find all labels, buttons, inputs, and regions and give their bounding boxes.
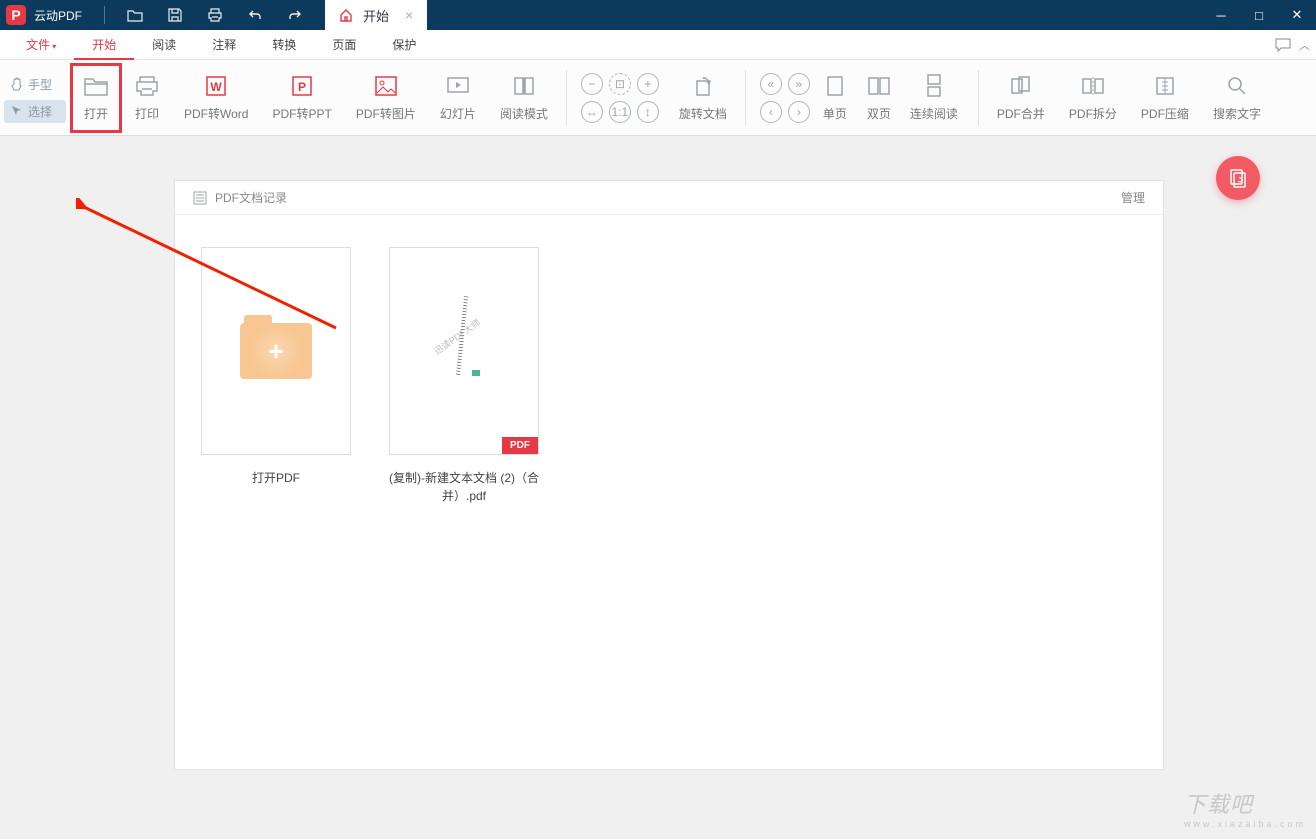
select-tool-label: 选择 bbox=[28, 103, 52, 120]
open-pdf-card[interactable]: 打开PDF bbox=[199, 247, 353, 505]
svg-text:W: W bbox=[211, 80, 223, 94]
close-icon[interactable]: × bbox=[405, 7, 413, 23]
save-icon[interactable] bbox=[165, 5, 185, 25]
menu-file[interactable]: 文件 bbox=[8, 30, 74, 60]
pdf-to-word-button[interactable]: W PDF转Word bbox=[172, 63, 260, 133]
menu-annotate[interactable]: 注释 bbox=[194, 30, 254, 60]
fit-height-button[interactable]: ↕ bbox=[637, 101, 659, 123]
menu-start[interactable]: 开始 bbox=[74, 30, 134, 60]
zoom-in-button[interactable]: + bbox=[637, 73, 659, 95]
ppt-icon: P bbox=[289, 73, 315, 99]
close-button[interactable]: ✕ bbox=[1278, 0, 1316, 30]
continuous-icon bbox=[921, 73, 947, 99]
separator bbox=[978, 70, 979, 126]
minimize-button[interactable]: ─ bbox=[1202, 0, 1240, 30]
panel-title: PDF文档记录 bbox=[215, 189, 287, 206]
hand-tool-label: 手型 bbox=[28, 76, 52, 93]
fit-page-button[interactable]: ⊡ bbox=[609, 73, 631, 95]
print-button[interactable]: 打印 bbox=[122, 63, 172, 133]
undo-icon[interactable] bbox=[245, 5, 265, 25]
rotate-icon bbox=[690, 73, 716, 99]
single-page-button[interactable]: 单页 bbox=[816, 63, 854, 133]
pdf-to-ppt-button[interactable]: P PDF转PPT bbox=[260, 63, 343, 133]
rotate-button[interactable]: 旋转文档 bbox=[667, 63, 739, 133]
split-button[interactable]: PDF拆分 bbox=[1057, 63, 1129, 133]
ribbon: 手型 选择 打开 打印 W PDF转Word P PDF转PPT PDF转图片 … bbox=[0, 60, 1316, 136]
compress-button[interactable]: PDF压缩 bbox=[1129, 63, 1201, 133]
book-icon bbox=[511, 73, 537, 99]
word-icon: W bbox=[203, 73, 229, 99]
folder-plus-icon bbox=[240, 323, 312, 379]
slideshow-button[interactable]: 幻灯片 bbox=[428, 63, 488, 133]
menubar: 文件 开始 阅读 注释 转换 页面 保护 ︿ bbox=[0, 30, 1316, 60]
menu-page[interactable]: 页面 bbox=[314, 30, 374, 60]
read-mode-button[interactable]: 阅读模式 bbox=[488, 63, 560, 133]
menu-read[interactable]: 阅读 bbox=[134, 30, 194, 60]
divider bbox=[104, 6, 105, 24]
open-folder-icon[interactable] bbox=[125, 5, 145, 25]
open-card-label: 打开PDF bbox=[252, 469, 300, 487]
tab-start[interactable]: 开始 × bbox=[325, 0, 427, 30]
svg-text:P: P bbox=[298, 80, 306, 94]
merge-icon bbox=[1008, 73, 1034, 99]
watermark: 下载吧 www.xiazaiba.com bbox=[1184, 787, 1306, 829]
separator bbox=[745, 70, 746, 126]
select-tool[interactable]: 选择 bbox=[4, 100, 66, 123]
search-button[interactable]: 搜索文字 bbox=[1201, 63, 1273, 133]
redo-icon[interactable] bbox=[285, 5, 305, 25]
open-file-icon bbox=[83, 73, 109, 99]
single-page-icon bbox=[822, 73, 848, 99]
app-logo-icon: P bbox=[6, 5, 26, 25]
zoom-out-button[interactable]: − bbox=[581, 73, 603, 95]
list-icon bbox=[193, 191, 207, 205]
double-page-button[interactable]: 双页 bbox=[860, 63, 898, 133]
double-page-icon bbox=[866, 73, 892, 99]
content-area: PDF文档记录 管理 打开PDF 迅读PDF大师 PDF (复制)-新建文本文档… bbox=[0, 136, 1316, 839]
zoom-group: − ⊡ + ↔ 1:1 ↕ bbox=[573, 73, 667, 123]
collapse-ribbon-icon[interactable]: ︿ bbox=[1299, 37, 1310, 53]
slideshow-icon bbox=[445, 73, 471, 99]
last-page-button[interactable]: » bbox=[788, 73, 810, 95]
printer-icon bbox=[134, 73, 160, 99]
continuous-button[interactable]: 连续阅读 bbox=[904, 63, 964, 133]
maximize-button[interactable]: □ bbox=[1240, 0, 1278, 30]
search-icon bbox=[1224, 73, 1250, 99]
titlebar: P 云动PDF 开始 × ─ □ ✕ bbox=[0, 0, 1316, 30]
actual-size-button[interactable]: 1:1 bbox=[609, 101, 631, 123]
home-icon bbox=[339, 8, 353, 22]
first-page-button[interactable]: « bbox=[760, 73, 782, 95]
manage-link[interactable]: 管理 bbox=[1121, 189, 1145, 206]
next-page-button[interactable]: › bbox=[788, 101, 810, 123]
pdf-to-image-button[interactable]: PDF转图片 bbox=[344, 63, 428, 133]
recent-doc-label: (复制)-新建文本文档 (2)（合并）.pdf bbox=[389, 469, 539, 505]
pdf-badge: PDF bbox=[502, 437, 538, 454]
print-icon[interactable] bbox=[205, 5, 225, 25]
tab-label: 开始 bbox=[363, 6, 389, 25]
hand-tool[interactable]: 手型 bbox=[4, 73, 66, 96]
menu-convert[interactable]: 转换 bbox=[254, 30, 314, 60]
app-name: 云动PDF bbox=[34, 7, 82, 24]
split-icon bbox=[1080, 73, 1106, 99]
open-button[interactable]: 打开 bbox=[70, 63, 122, 133]
recent-doc-card[interactable]: 迅读PDF大师 PDF (复制)-新建文本文档 (2)（合并）.pdf bbox=[387, 247, 541, 505]
recent-panel: PDF文档记录 管理 打开PDF 迅读PDF大师 PDF (复制)-新建文本文档… bbox=[174, 180, 1164, 770]
separator bbox=[566, 70, 567, 126]
floating-action-button[interactable] bbox=[1216, 156, 1260, 200]
compress-icon bbox=[1152, 73, 1178, 99]
image-icon bbox=[373, 73, 399, 99]
merge-button[interactable]: PDF合并 bbox=[985, 63, 1057, 133]
fit-width-button[interactable]: ↔ bbox=[581, 101, 603, 123]
thumb-watermark: 迅读PDF大师 bbox=[431, 316, 483, 358]
menu-protect[interactable]: 保护 bbox=[374, 30, 434, 60]
prev-page-button[interactable]: ‹ bbox=[760, 101, 782, 123]
feedback-icon[interactable] bbox=[1275, 38, 1291, 52]
